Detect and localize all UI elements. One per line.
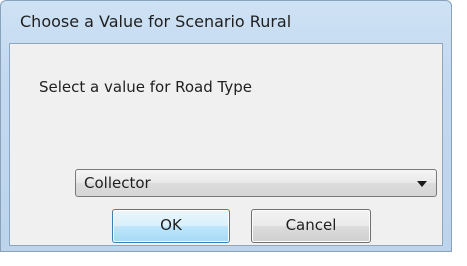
- cancel-button[interactable]: Cancel: [251, 209, 371, 243]
- title-bar[interactable]: Choose a Value for Scenario Rural: [1, 1, 451, 41]
- chevron-down-icon[interactable]: [417, 181, 427, 187]
- dialog-window: Choose a Value for Scenario Rural Select…: [0, 0, 452, 252]
- road-type-selected-value: Collector: [84, 174, 151, 192]
- ok-button[interactable]: OK: [112, 209, 230, 243]
- window-title: Choose a Value for Scenario Rural: [20, 12, 292, 31]
- road-type-select[interactable]: Collector: [75, 169, 437, 197]
- dialog-content: Select a value for Road Type Collector O…: [9, 43, 443, 246]
- prompt-label: Select a value for Road Type: [39, 78, 252, 96]
